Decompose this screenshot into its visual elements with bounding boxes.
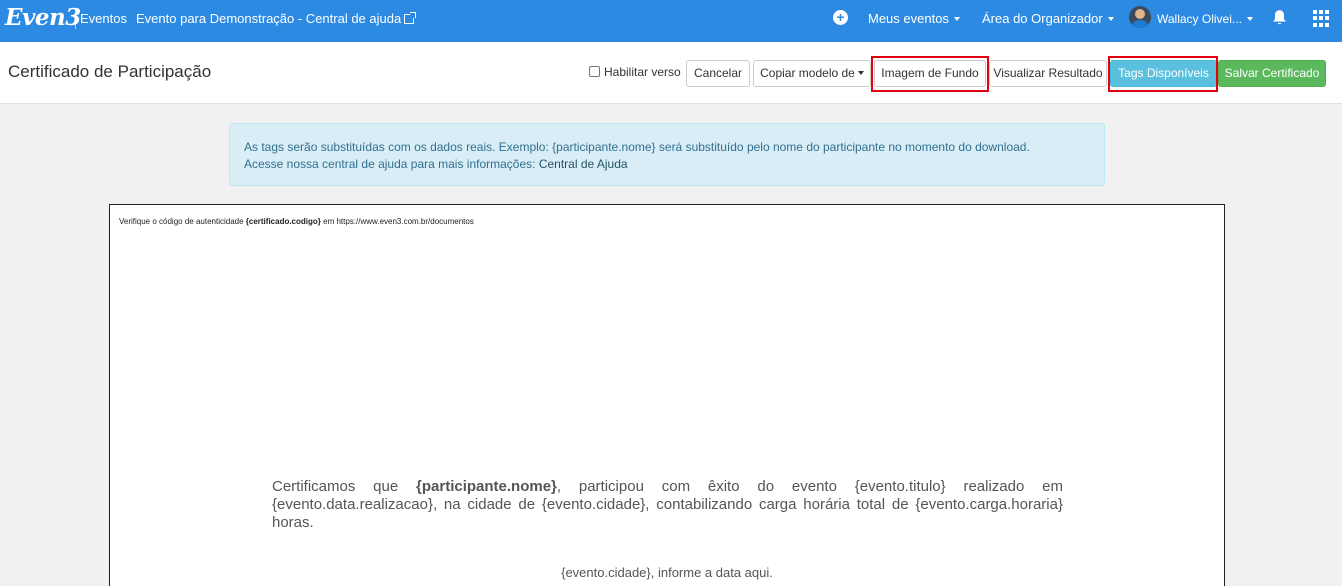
certificate-canvas[interactable]: Verifique o código de autenticidade {cer… xyxy=(109,204,1225,586)
copy-template-dropdown[interactable]: Copiar modelo de xyxy=(753,60,871,87)
bell-icon[interactable] xyxy=(1272,9,1287,26)
caret-down-icon xyxy=(1246,17,1253,21)
plus-icon[interactable]: + xyxy=(833,10,848,25)
logo-divider xyxy=(75,9,76,29)
alert-line-2-prefix: Acesse nossa central de ajuda para mais … xyxy=(244,157,539,171)
highlight-box-background-image xyxy=(871,56,989,92)
preview-result-button[interactable]: Visualizar Resultado xyxy=(989,60,1107,87)
user-menu-dropdown[interactable]: Wallacy Olivei... xyxy=(1157,12,1253,26)
copy-template-label: Copiar modelo de xyxy=(760,66,855,80)
save-certificate-button[interactable]: Salvar Certificado xyxy=(1218,60,1326,87)
certificate-body-text[interactable]: Certificamos que {participante.nome}, pa… xyxy=(272,478,1063,532)
participant-name-tag: {participante.nome} xyxy=(416,478,557,495)
my-events-dropdown[interactable]: Meus eventos xyxy=(868,11,960,26)
verification-text: Verifique o código de autenticidade {cer… xyxy=(119,217,474,226)
certificate-date-line[interactable]: {evento.cidade}, informe a data aqui. xyxy=(110,565,1224,580)
alert-line-2: Acesse nossa central de ajuda para mais … xyxy=(244,156,1090,173)
user-name-label: Wallacy Olivei... xyxy=(1157,12,1242,26)
external-link-icon xyxy=(404,12,417,24)
apps-grid-icon[interactable] xyxy=(1313,10,1330,27)
even3-logo[interactable]: Even3 xyxy=(5,4,81,31)
body-prefix: Certificamos que xyxy=(272,478,417,495)
checkbox-box[interactable] xyxy=(589,66,600,77)
verify-suffix: em https://www.even3.com.br/documentos xyxy=(320,217,474,226)
editor-header: Certificado de Participação Habilitar ve… xyxy=(0,42,1342,104)
caret-down-icon xyxy=(1107,17,1114,21)
nav-event-link-label: Evento para Demonstração - Central de aj… xyxy=(136,11,402,26)
alert-line-1: As tags serão substituídas com os dados … xyxy=(244,140,1030,154)
cancel-button[interactable]: Cancelar xyxy=(686,60,750,87)
organizer-area-label: Área do Organizador xyxy=(982,11,1103,26)
verify-prefix: Verifique o código de autenticidade xyxy=(119,217,246,226)
highlight-box-available-tags xyxy=(1108,56,1218,92)
nav-event-link[interactable]: Evento para Demonstração - Central de aj… xyxy=(136,11,417,26)
help-center-link[interactable]: Central de Ajuda xyxy=(539,157,628,171)
caret-down-icon xyxy=(857,71,864,75)
user-avatar[interactable] xyxy=(1129,6,1151,28)
caret-down-icon xyxy=(953,17,960,21)
top-navbar: Even3 Eventos Evento para Demonstração -… xyxy=(0,0,1342,42)
organizer-area-dropdown[interactable]: Área do Organizador xyxy=(982,11,1114,26)
verify-code-tag: {certificado.codigo} xyxy=(245,217,321,226)
page-title: Certificado de Participação xyxy=(8,62,212,81)
enable-back-checkbox[interactable]: Habilitar verso xyxy=(589,65,681,79)
nav-events-link[interactable]: Eventos xyxy=(80,11,127,26)
info-alert: As tags serão substituídas com os dados … xyxy=(229,123,1105,186)
my-events-label: Meus eventos xyxy=(868,11,949,26)
enable-back-label: Habilitar verso xyxy=(604,65,681,79)
